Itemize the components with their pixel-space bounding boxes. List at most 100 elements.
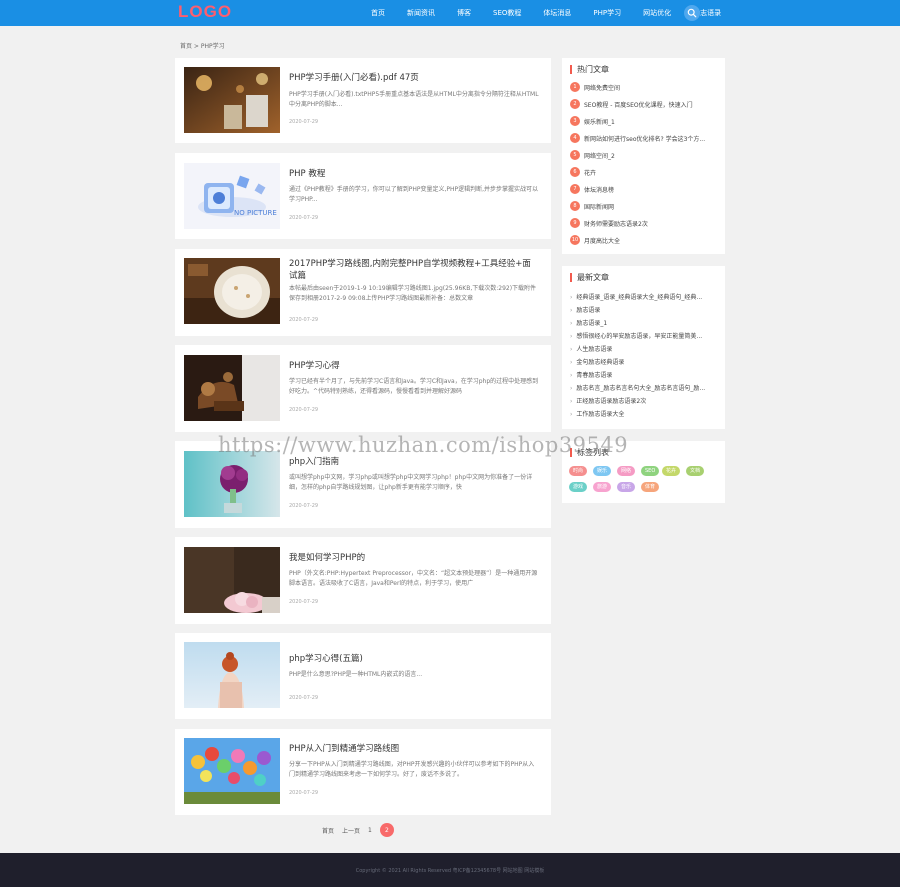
article-summary: 本帖最后由seen于2019-1-9 10:19编辑学习路线图1.jpg(25.…: [289, 285, 537, 302]
latest-article-item[interactable]: › 经典语录_语录_经典语录大全_经典语句_经典...: [570, 292, 720, 301]
article-thumbnail[interactable]: [184, 258, 280, 324]
nav-item-seo[interactable]: SEO教程: [482, 0, 532, 26]
nav-item-php[interactable]: PHP学习: [582, 0, 632, 26]
hot-article-item[interactable]: 8 国际新闻网: [570, 201, 614, 211]
chevron-right-icon: ›: [570, 385, 573, 392]
tag-item[interactable]: 时尚: [569, 466, 588, 476]
latest-article-label: 人生励志语录: [576, 346, 613, 353]
chevron-right-icon: ›: [570, 398, 573, 405]
article-summary: PHP是什么意思?PHP是一种HTML内嵌式的语言...: [289, 671, 423, 678]
article-title[interactable]: php学习心得(五篇): [289, 653, 539, 665]
article-thumbnail[interactable]: [184, 738, 280, 804]
main-nav: 首页 新闻资讯 博客 SEO教程 体坛消息 PHP学习 网站优化 励志语录: [360, 0, 732, 26]
top-navbar: LOGO 首页 新闻资讯 博客 SEO教程 体坛消息 PHP学习 网站优化 励志…: [0, 0, 900, 26]
latest-article-label: 金句励志经典语录: [576, 359, 625, 366]
tag-item[interactable]: 游戏: [569, 482, 588, 492]
article-thumbnail[interactable]: [184, 642, 280, 708]
latest-article-item[interactable]: › 励志语录_1: [570, 318, 720, 327]
tag-item[interactable]: 音乐: [617, 482, 636, 492]
article-date: 2020-07-29: [289, 599, 319, 605]
tag-item[interactable]: 娱乐: [593, 466, 612, 476]
rank-badge: 5: [570, 150, 580, 160]
article-thumbnail[interactable]: [184, 547, 280, 613]
article-card: PHP从入门到精通学习路线图 分享一下PHP从入门到精通学习路线图，对PHP开发…: [175, 729, 551, 815]
article-summary: PHP（外文名:PHP:Hypertext Preprocessor，中文名：“…: [289, 570, 538, 587]
tag-item[interactable]: 花卉: [662, 466, 681, 476]
latest-article-label: 青春励志语录: [576, 372, 613, 379]
hot-article-item[interactable]: 6 花卉: [570, 167, 596, 177]
nav-item-news[interactable]: 新闻资讯: [396, 0, 446, 26]
article-title[interactable]: PHP学习手册(入门必看).pdf 47页: [289, 72, 539, 84]
article-summary: PHP学习手册(入门必看).txtPHP5手册重点基本语法是从HTML中分离指令…: [289, 91, 539, 108]
hot-article-item[interactable]: 4 新网站如何进行seo优化排名? 学会这3个方...: [570, 133, 705, 143]
chevron-right-icon: ›: [570, 372, 573, 379]
hot-article-item[interactable]: 5 网络空间_2: [570, 150, 615, 160]
latest-article-label: 经典语录_语录_经典语录大全_经典语句_经典...: [576, 294, 703, 301]
article-title[interactable]: PHP 教程: [289, 168, 539, 180]
hot-article-label: 月度高比大全: [584, 237, 621, 245]
search-button[interactable]: [684, 5, 700, 21]
nav-item-sports[interactable]: 体坛消息: [532, 0, 582, 26]
latest-article-item[interactable]: › 金句励志经典语录: [570, 357, 720, 366]
rank-badge: 3: [570, 116, 580, 126]
rank-badge: 4: [570, 133, 580, 143]
latest-article-label: 感悟很经心的早安励志语录，早安正能量简美...: [576, 333, 703, 340]
latest-article-label: 励志名言_励志名言名句大全_励志名言语句_励...: [576, 385, 706, 392]
article-summary: 分享一下PHP从入门到精通学习路线图，对PHP开发感兴趣的小伙伴可以参考如下的P…: [289, 761, 535, 778]
hot-article-label: 财务师需要励志语录2次: [584, 220, 648, 228]
tag-item[interactable]: SEO: [641, 466, 660, 476]
hot-article-item[interactable]: 7 体坛消息榜: [570, 184, 614, 194]
article-title[interactable]: 2017PHP学习路线图,内附完整PHP自学视频教程+工具经验+面试篇: [289, 258, 539, 282]
hot-articles-panel: 热门文章 1 网络免费空间 2 SEO教程 - 百度SEO优化课程，快速入门 3 娱乐…: [562, 58, 725, 254]
article-thumbnail[interactable]: [184, 451, 280, 517]
site-logo[interactable]: LOGO: [178, 2, 232, 22]
article-date: 2020-07-29: [289, 790, 319, 796]
article-thumbnail[interactable]: [184, 355, 280, 421]
hot-article-label: 娱乐新闻_1: [584, 118, 615, 126]
hot-article-item[interactable]: 2 SEO教程 - 百度SEO优化课程，快速入门: [570, 99, 693, 109]
latest-articles-title: 最新文章: [570, 273, 609, 282]
latest-articles-panel: 最新文章 › 经典语录_语录_经典语录大全_经典语句_经典... › 励志语录 › 励…: [562, 266, 725, 429]
article-title[interactable]: 我是如何学习PHP的: [289, 552, 539, 564]
rank-badge: 7: [570, 184, 580, 194]
latest-article-item[interactable]: › 励志语录: [570, 305, 720, 314]
article-card: PHP学习心得 学习已经有半个月了，与先前学习C语言和Java。学习C和Java…: [175, 345, 551, 432]
pager-first[interactable]: 首页: [322, 826, 334, 835]
hot-article-label: 新网站如何进行seo优化排名? 学会这3个方...: [584, 135, 706, 143]
latest-article-label: 工作励志语录大全: [576, 411, 625, 418]
rank-badge: 2: [570, 99, 580, 109]
latest-article-item[interactable]: › 青春励志语录: [570, 370, 720, 379]
latest-article-item[interactable]: › 人生励志语录: [570, 344, 720, 353]
nav-item-optimize[interactable]: 网站优化: [632, 0, 682, 26]
footer-copyright: Copyright © 2021 All Rights Reserved 粤IC…: [355, 868, 545, 874]
latest-article-item[interactable]: › 励志名言_励志名言名句大全_励志名言语句_励...: [570, 383, 720, 392]
chevron-right-icon: ›: [570, 411, 573, 418]
article-title[interactable]: PHP学习心得: [289, 360, 539, 372]
latest-article-item[interactable]: › 感悟很经心的早安励志语录，早安正能量简美...: [570, 331, 720, 340]
hot-article-item[interactable]: 3 娱乐新闻_1: [570, 116, 615, 126]
article-title[interactable]: php入门指南: [289, 456, 539, 468]
tag-item[interactable]: 网络: [617, 466, 636, 476]
article-date: 2020-07-29: [289, 215, 319, 221]
article-date: 2020-07-29: [289, 407, 319, 413]
article-title[interactable]: PHP从入门到精通学习路线图: [289, 743, 539, 755]
pager-page-1[interactable]: 1: [368, 827, 372, 834]
article-card: 我是如何学习PHP的 PHP（外文名:PHP:Hypertext Preproc…: [175, 537, 551, 624]
pager-prev[interactable]: 上一页: [342, 826, 360, 835]
chevron-right-icon: ›: [570, 346, 573, 353]
search-icon: [687, 8, 697, 18]
hot-article-item[interactable]: 1 网络免费空间: [570, 82, 620, 92]
article-thumbnail[interactable]: NO PICTURE: [184, 163, 280, 229]
nav-item-blog[interactable]: 博客: [446, 0, 482, 26]
tag-item[interactable]: 体育: [641, 482, 660, 492]
nav-item-home[interactable]: 首页: [360, 0, 396, 26]
article-thumbnail[interactable]: [184, 67, 280, 133]
pager-page-2-current[interactable]: 2: [379, 823, 394, 837]
no-picture-label: NO PICTURE: [234, 209, 277, 217]
latest-article-item[interactable]: › 工作励志语录大全: [570, 409, 720, 418]
tag-item[interactable]: 文档: [686, 466, 705, 476]
tag-item[interactable]: 旅游: [593, 482, 612, 492]
latest-article-item[interactable]: › 正经励志语录励志语录2次: [570, 396, 720, 405]
hot-article-item[interactable]: 10 月度高比大全: [570, 235, 620, 245]
hot-article-item[interactable]: 9 财务师需要励志语录2次: [570, 218, 648, 228]
